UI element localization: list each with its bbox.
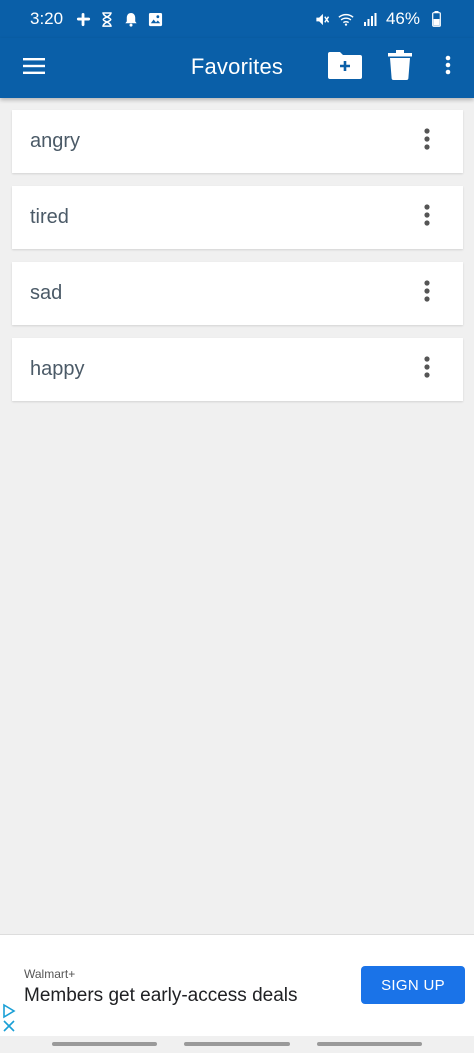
more-vert-icon — [424, 279, 430, 307]
wifi-icon — [338, 11, 354, 27]
list-item[interactable]: tired — [12, 186, 463, 249]
status-bar-right: 46% — [314, 9, 444, 29]
status-time: 3:20 — [30, 9, 64, 28]
favorites-list: angry tired sad happy — [12, 110, 463, 414]
nav-home-button[interactable] — [184, 1042, 290, 1046]
ad-banner[interactable]: Walmart+ Members get early-access deals … — [0, 934, 474, 1036]
list-item-label: sad — [30, 282, 63, 304]
list-item-label: angry — [30, 130, 81, 152]
list-item[interactable]: sad — [12, 262, 463, 325]
battery-icon — [428, 11, 444, 27]
mute-icon — [314, 11, 330, 27]
battery-percentage: 46% — [385, 9, 420, 28]
ad-close-icon[interactable] — [2, 1019, 18, 1035]
ad-choices-icon[interactable] — [2, 1003, 18, 1019]
list-item-label: happy — [30, 358, 85, 380]
add-folder-button[interactable] — [324, 46, 366, 88]
delete-button[interactable] — [382, 46, 418, 88]
notification-bell-icon — [123, 11, 139, 27]
trash-icon — [388, 49, 412, 85]
list-item[interactable]: angry — [12, 110, 463, 173]
ad-brand: Walmart+ — [24, 967, 76, 981]
app-bar: Favorites — [0, 38, 474, 98]
signal-icon — [362, 11, 378, 27]
system-nav-bar — [0, 1036, 474, 1053]
item-more-button[interactable] — [411, 352, 443, 386]
status-bar: 3:20 46% — [0, 0, 474, 38]
ad-signup-button[interactable]: SIGN UP — [361, 966, 465, 1004]
nav-recents-button[interactable] — [52, 1042, 157, 1046]
more-vert-icon — [424, 203, 430, 231]
gallery-icon — [147, 11, 163, 27]
status-bar-left: 3:20 — [30, 9, 163, 29]
screen: 3:20 46% Favorites angry tired sad happy… — [0, 0, 474, 1053]
item-more-button[interactable] — [411, 276, 443, 310]
more-vert-icon — [424, 127, 430, 155]
more-vert-icon — [424, 355, 430, 383]
item-more-button[interactable] — [411, 124, 443, 158]
more-vert-icon — [445, 55, 451, 80]
nav-back-button[interactable] — [317, 1042, 422, 1046]
ad-headline: Members get early-access deals — [24, 985, 298, 1006]
list-item-label: tired — [30, 206, 69, 228]
slack-icon — [75, 11, 91, 27]
more-options-button[interactable] — [436, 46, 460, 88]
add-folder-icon — [327, 50, 363, 85]
item-more-button[interactable] — [411, 200, 443, 234]
list-item[interactable]: happy — [12, 338, 463, 401]
hourglass-icon — [99, 11, 115, 27]
